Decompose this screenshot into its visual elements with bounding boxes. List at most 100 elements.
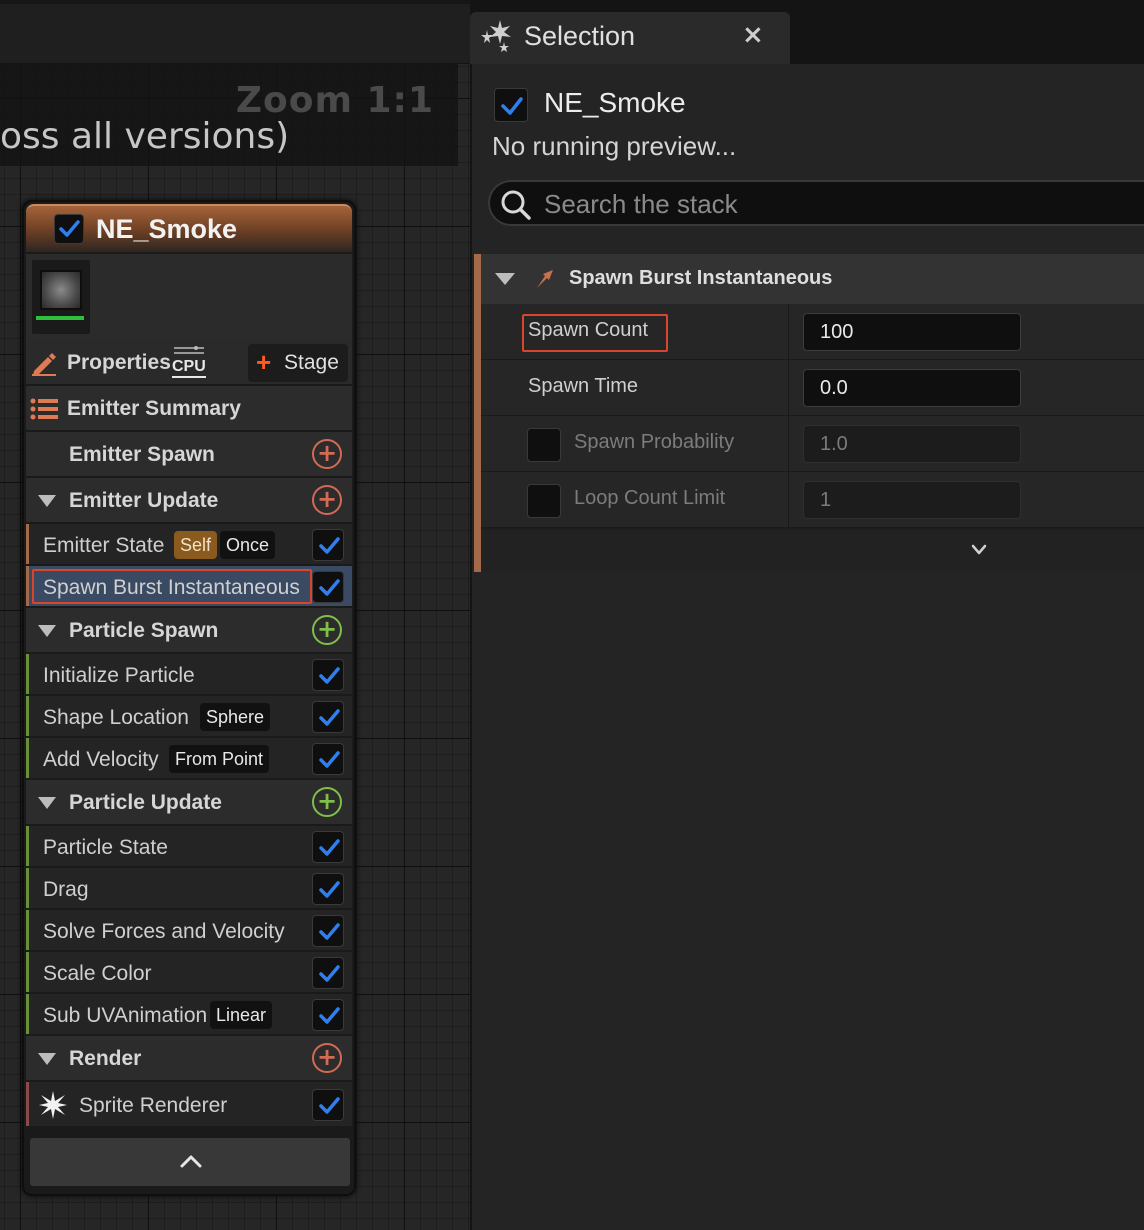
- module-label: Solve Forces and Velocity: [43, 920, 285, 943]
- collapse-arrow-icon[interactable]: [38, 797, 56, 809]
- search-input[interactable]: [544, 188, 1144, 220]
- thumbnail-status-bar: [36, 316, 84, 320]
- system-graph[interactable]: Zoom 1:1 oss all versions) NE_Smoke Prop…: [0, 0, 470, 1230]
- module-label: Add Velocity: [43, 748, 159, 771]
- module-arrow-icon: [537, 270, 553, 288]
- module-enabled-checkbox[interactable]: [312, 1089, 344, 1121]
- add-stage-button[interactable]: + Stage: [248, 344, 348, 382]
- thumbnail-image: [40, 270, 82, 310]
- comment-text: oss all versions): [0, 116, 290, 157]
- selection-panel: NE_Smoke No running preview... Spawn Bur…: [470, 64, 1144, 1230]
- module-label: Initialize Particle: [43, 664, 195, 687]
- module-enabled-checkbox[interactable]: [312, 915, 344, 947]
- collapse-node-button[interactable]: [30, 1138, 350, 1186]
- module-solve-forces[interactable]: Solve Forces and Velocity: [26, 910, 352, 952]
- section-label: Emitter Spawn: [69, 443, 215, 466]
- module-enabled-checkbox[interactable]: [312, 701, 344, 733]
- module-label: Emitter State: [43, 534, 165, 557]
- param-value-input[interactable]: 1: [803, 481, 1021, 519]
- emitter-enabled-checkbox[interactable]: [54, 214, 84, 244]
- module-initialize-particle[interactable]: Initialize Particle: [26, 654, 352, 696]
- zoom-label: Zoom 1:1: [235, 80, 434, 121]
- module-tag: From Point: [169, 745, 270, 773]
- tab-title: Selection: [524, 21, 636, 51]
- sparkle-icon: [481, 20, 511, 52]
- collapse-arrow-icon[interactable]: [38, 495, 56, 507]
- module-tag: Self: [174, 531, 218, 559]
- preview-status: No running preview...: [492, 131, 737, 161]
- collapse-arrow-icon[interactable]: [38, 1053, 56, 1065]
- module-label: Drag: [43, 878, 89, 901]
- param-name: Loop Count Limit: [574, 487, 726, 509]
- param-name: Spawn Time: [528, 375, 639, 397]
- add-module-icon[interactable]: +: [312, 485, 342, 515]
- module-label: Shape Location: [43, 706, 189, 729]
- module-sprite-renderer[interactable]: Sprite Renderer: [26, 1082, 352, 1128]
- section-particle-spawn[interactable]: Particle Spawn +: [26, 608, 352, 654]
- chevron-up-icon: [180, 1155, 202, 1168]
- module-enabled-checkbox[interactable]: [312, 659, 344, 691]
- show-advanced-button[interactable]: [481, 530, 1144, 572]
- add-stage-label: Stage: [284, 351, 339, 374]
- add-module-icon[interactable]: +: [312, 439, 342, 469]
- module-shape-location[interactable]: Shape Location Sphere: [26, 696, 352, 738]
- module-enabled-checkbox[interactable]: [312, 957, 344, 989]
- sim-target-icon: [174, 346, 204, 354]
- param-override-checkbox[interactable]: [527, 484, 561, 518]
- tab-selection[interactable]: Selection ×: [470, 12, 790, 64]
- module-enabled-checkbox[interactable]: [312, 529, 344, 561]
- section-label: Emitter Update: [69, 489, 219, 512]
- module-label: Sprite Renderer: [79, 1094, 228, 1117]
- module-particle-state[interactable]: Particle State: [26, 826, 352, 868]
- close-icon[interactable]: ×: [742, 20, 764, 50]
- module-label: Scale Color: [43, 962, 152, 985]
- param-override-checkbox[interactable]: [527, 428, 561, 462]
- param-row-spawn-time: Spawn Time 0.0: [481, 360, 1144, 416]
- section-render[interactable]: Render +: [26, 1036, 352, 1082]
- emitter-enabled-checkbox[interactable]: [494, 88, 528, 122]
- module-spawn-burst[interactable]: Spawn Burst Instantaneous: [26, 566, 352, 608]
- module-tag: Once: [220, 531, 276, 559]
- param-value-input[interactable]: 1.0: [803, 425, 1021, 463]
- properties-label: Properties: [67, 351, 171, 374]
- section-emitter-update[interactable]: Emitter Update +: [26, 478, 352, 524]
- section-emitter-spawn[interactable]: Emitter Spawn +: [26, 432, 352, 478]
- emitter-node-header[interactable]: NE_Smoke: [26, 204, 352, 252]
- add-module-icon[interactable]: +: [312, 615, 342, 645]
- module-drag[interactable]: Drag: [26, 868, 352, 910]
- emitter-summary-label: Emitter Summary: [67, 397, 241, 420]
- stack-search-box[interactable]: [488, 180, 1144, 226]
- sprite-star-icon: [39, 1091, 67, 1119]
- module-enabled-checkbox[interactable]: [312, 873, 344, 905]
- param-value-input[interactable]: 0.0: [803, 369, 1021, 407]
- collapse-arrow-icon[interactable]: [38, 625, 56, 637]
- highlight-box: [32, 569, 312, 604]
- module-enabled-checkbox[interactable]: [312, 571, 344, 603]
- param-row-spawn-count: Spawn Count 100: [481, 304, 1144, 360]
- module-scale-color[interactable]: Scale Color: [26, 952, 352, 994]
- add-module-icon[interactable]: +: [312, 787, 342, 817]
- collapse-arrow-icon[interactable]: [495, 273, 515, 285]
- emitter-thumbnail[interactable]: [32, 260, 90, 334]
- panel-title: NE_Smoke: [544, 87, 686, 118]
- module-enabled-checkbox[interactable]: [312, 831, 344, 863]
- stack-module-header[interactable]: Spawn Burst Instantaneous: [481, 254, 1144, 304]
- panel-tab-bar: Selection ×: [470, 0, 1144, 64]
- module-label: Sub UVAnimation: [43, 1004, 208, 1027]
- module-enabled-checkbox[interactable]: [312, 999, 344, 1031]
- emitter-node-title: NE_Smoke: [96, 214, 238, 244]
- add-module-icon[interactable]: +: [312, 1043, 342, 1073]
- section-label: Particle Spawn: [69, 619, 219, 642]
- stack-accent-bar: [474, 254, 481, 572]
- module-emitter-state[interactable]: Emitter State Self Once: [26, 524, 352, 566]
- emitter-summary-row[interactable]: Emitter Summary: [26, 386, 352, 432]
- emitter-node[interactable]: NE_Smoke Properties CPU + Stage Emitter …: [22, 200, 356, 1196]
- properties-row[interactable]: Properties CPU + Stage: [26, 340, 352, 386]
- param-name: Spawn Probability: [574, 431, 735, 453]
- param-value-input[interactable]: 100: [803, 313, 1021, 351]
- module-sub-uv-animation[interactable]: Sub UVAnimation Linear: [26, 994, 352, 1036]
- comment-box: Zoom 1:1 oss all versions): [0, 64, 458, 166]
- module-enabled-checkbox[interactable]: [312, 743, 344, 775]
- module-add-velocity[interactable]: Add Velocity From Point: [26, 738, 352, 780]
- section-particle-update[interactable]: Particle Update +: [26, 780, 352, 826]
